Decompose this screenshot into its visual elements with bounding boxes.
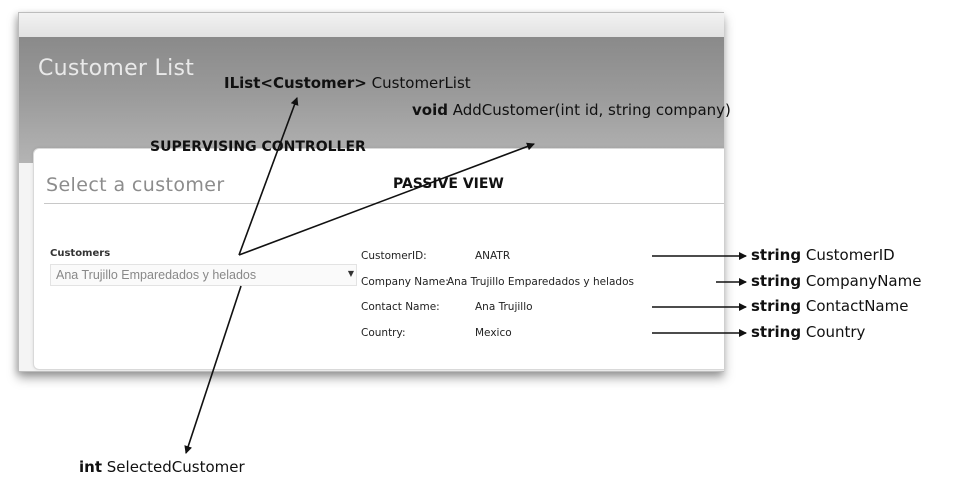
customerlist-annotation: IList<Customer> CustomerList — [224, 74, 471, 92]
addcustomer-keyword: void — [412, 101, 448, 119]
prop-country-type: string — [751, 323, 802, 341]
passive-view-label: PASSIVE VIEW — [393, 176, 504, 192]
prop-customerid-type: string — [751, 246, 802, 264]
selectedcustomer-name: SelectedCustomer — [106, 458, 245, 476]
addcustomer-annotation: void AddCustomer(int id, string company) — [412, 101, 731, 119]
annotation-arrows — [184, 97, 747, 454]
prop-contactname-name: ContactName — [805, 297, 909, 315]
prop-customerid: string CustomerID — [751, 246, 895, 264]
prop-country-name: Country — [805, 323, 866, 341]
arrow-to-selectedcustomer — [184, 285, 242, 454]
customerlist-name: CustomerList — [371, 74, 471, 92]
prop-companyname-name: CompanyName — [805, 272, 922, 290]
arrow-to-addcustomer — [238, 142, 535, 256]
arrow-to-customerlist — [238, 97, 299, 256]
addcustomer-signature: AddCustomer(int id, string company) — [452, 101, 731, 119]
prop-companyname-type: string — [751, 272, 802, 290]
prop-contactname: string ContactName — [751, 297, 908, 315]
customerlist-type: IList<Customer> — [224, 74, 367, 92]
selectedcustomer-keyword: int — [79, 458, 102, 476]
prop-companyname: string CompanyName — [751, 272, 921, 290]
prop-contactname-type: string — [751, 297, 802, 315]
prop-customerid-name: CustomerID — [805, 246, 895, 264]
supervising-controller-label: SUPERVISING CONTROLLER — [150, 139, 366, 155]
selectedcustomer-annotation: int SelectedCustomer — [79, 458, 245, 476]
prop-country: string Country — [751, 323, 865, 341]
